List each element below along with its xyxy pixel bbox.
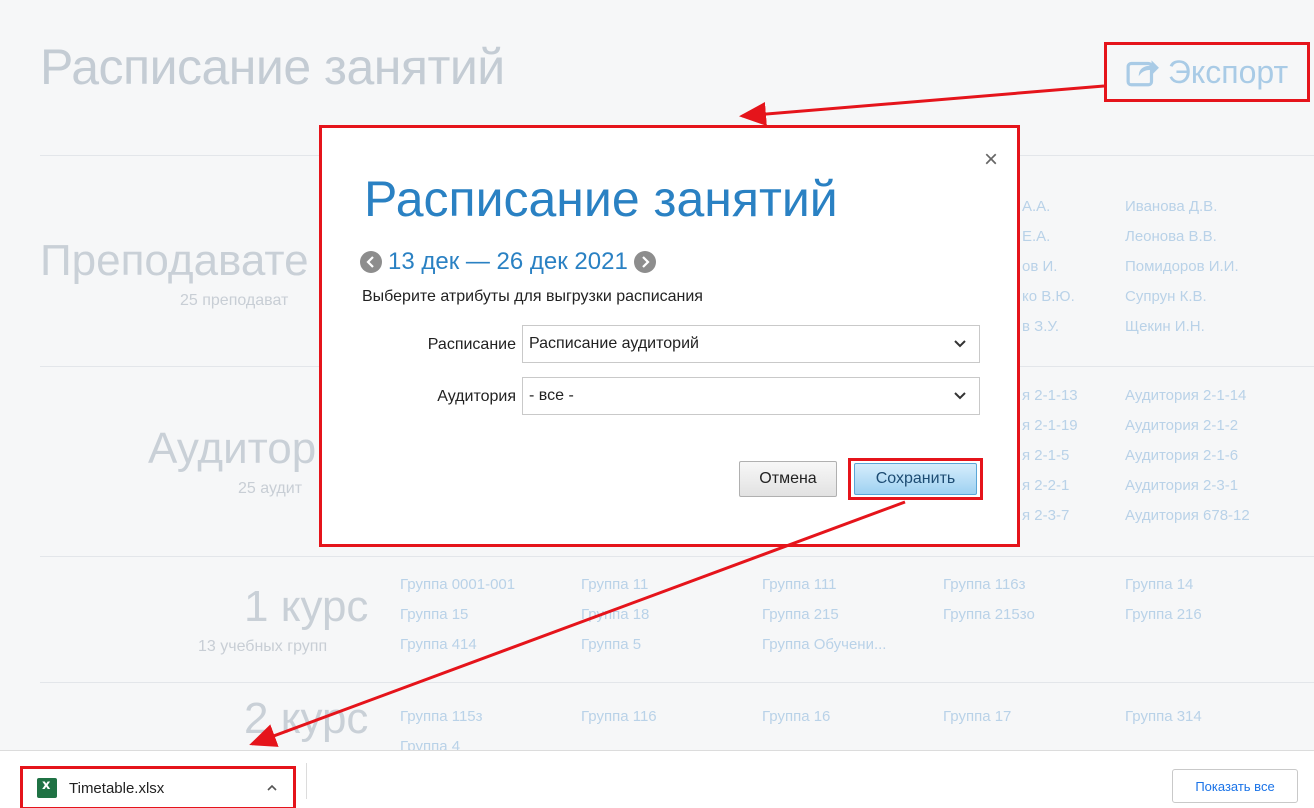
teachers-col-d: А.А. Е.А. ов И. ко В.Ю. в З.У. [1022, 192, 1075, 342]
course1-col-e: Группа 14 Группа 216 [1125, 570, 1202, 630]
list-item[interactable]: Аудитория 678-12 [1125, 501, 1250, 531]
list-item[interactable]: в З.У. [1022, 312, 1075, 342]
date-range-label: 13 дек — 26 дек 2021 [388, 248, 628, 275]
list-item[interactable]: я 2-1-13 [1022, 381, 1078, 411]
rooms-col-d: я 2-1-13 я 2-1-19 я 2-1-5 я 2-2-1 я 2-3-… [1022, 381, 1078, 531]
teachers-title: Преподавате [40, 236, 309, 285]
divider [40, 556, 1314, 557]
list-item[interactable]: Группа 17 [943, 702, 1011, 732]
course2-col-d: Группа 17 [943, 702, 1011, 732]
list-item[interactable]: Группа 116 [581, 702, 657, 732]
list-item[interactable]: Группа 4 [400, 732, 483, 750]
schedule-select[interactable]: Расписание аудиторий [522, 325, 980, 363]
list-item[interactable]: Группа 111 [762, 570, 886, 600]
list-item[interactable]: Аудитория 2-1-14 [1125, 381, 1250, 411]
save-button[interactable]: Сохранить [854, 463, 977, 495]
teachers-subtitle: 25 преподават [180, 292, 289, 309]
course2-col-b: Группа 116 [581, 702, 657, 732]
list-item[interactable]: Е.А. [1022, 222, 1075, 252]
list-item[interactable]: Леонова В.В. [1125, 222, 1239, 252]
export-dialog: × Расписание занятий 13 дек — 26 дек 202… [319, 125, 1020, 547]
rooms-subtitle: 25 аудит [238, 480, 303, 497]
course1-col-b: Группа 11 Группа 18 Группа 5 [581, 570, 649, 660]
room-select-value: - все - [529, 387, 574, 404]
list-item[interactable]: Группа 314 [1125, 702, 1202, 732]
list-item[interactable]: ко В.Ю. [1022, 282, 1075, 312]
chevron-down-icon [954, 392, 966, 400]
list-item[interactable]: Группа 215зо [943, 600, 1035, 630]
date-range-nav: 13 дек — 26 дек 2021 [360, 248, 656, 276]
list-item[interactable]: Группа Обучени... [762, 630, 886, 660]
share-icon [1126, 60, 1159, 87]
list-item[interactable]: Группа 0001-001 [400, 570, 515, 600]
page-title: Расписание занятий [40, 39, 505, 95]
list-item[interactable]: я 2-1-5 [1022, 441, 1078, 471]
schedule-select-value: Расписание аудиторий [529, 335, 699, 352]
chevron-up-icon[interactable] [265, 781, 279, 795]
list-item[interactable]: Группа 14 [1125, 570, 1202, 600]
course1-col-d: Группа 116з Группа 215зо [943, 570, 1035, 630]
course2-col-a: Группа 115з Группа 4 [400, 702, 483, 750]
list-item[interactable]: Помидоров И.И. [1125, 252, 1239, 282]
list-item[interactable]: я 2-3-7 [1022, 501, 1078, 531]
list-item[interactable]: ов И. [1022, 252, 1075, 282]
list-item[interactable]: Группа 414 [400, 630, 515, 660]
download-bar: Timetable.xlsx Показать все [0, 750, 1314, 808]
download-item[interactable]: Timetable.xlsx [20, 766, 296, 808]
teachers-col-e: Иванова Д.В. Леонова В.В. Помидоров И.И.… [1125, 192, 1239, 342]
list-item[interactable]: Щекин И.Н. [1125, 312, 1239, 342]
list-item[interactable]: Группа 15 [400, 600, 515, 630]
list-item[interactable]: Группа 215 [762, 600, 886, 630]
list-item[interactable]: Аудитория 2-1-6 [1125, 441, 1250, 471]
course2-title: 2 курс [244, 694, 369, 743]
course1-col-c: Группа 111 Группа 215 Группа Обучени... [762, 570, 886, 660]
list-item[interactable]: Группа 216 [1125, 600, 1202, 630]
list-item[interactable]: Группа 5 [581, 630, 649, 660]
dialog-title: Расписание занятий [364, 171, 838, 227]
rooms-col-e: Аудитория 2-1-14 Аудитория 2-1-2 Аудитор… [1125, 381, 1250, 531]
list-item[interactable]: я 2-2-1 [1022, 471, 1078, 501]
course1-col-a: Группа 0001-001 Группа 15 Группа 414 [400, 570, 515, 660]
course1-subtitle: 13 учебных групп [198, 638, 328, 655]
dialog-hint: Выберите атрибуты для выгрузки расписани… [362, 288, 703, 305]
schedule-label: Расписание [427, 336, 516, 353]
export-label: Экспорт [1167, 53, 1289, 90]
close-icon[interactable]: × [984, 146, 998, 174]
show-all-button[interactable]: Показать все [1172, 769, 1298, 803]
list-item[interactable]: Группа 16 [762, 702, 830, 732]
course1-title: 1 курс [244, 582, 369, 631]
divider [40, 682, 1314, 683]
list-item[interactable]: Группа 115з [400, 702, 483, 732]
list-item[interactable]: Группа 11 [581, 570, 649, 600]
list-item[interactable]: Группа 18 [581, 600, 649, 630]
list-item[interactable]: я 2-1-19 [1022, 411, 1078, 441]
divider [306, 763, 307, 799]
course2-col-c: Группа 16 [762, 702, 830, 732]
room-select[interactable]: - все - [522, 377, 980, 415]
list-item[interactable]: Аудитория 2-3-1 [1125, 471, 1250, 501]
teachers-heading: Преподавате [40, 236, 330, 286]
export-button[interactable]: Экспорт [1104, 42, 1310, 102]
list-item[interactable]: А.А. [1022, 192, 1075, 222]
download-file-name: Timetable.xlsx [69, 779, 165, 797]
save-button-highlight: Сохранить [848, 458, 983, 500]
list-item[interactable]: Группа 116з [943, 570, 1035, 600]
rooms-title: Аудитор [148, 424, 317, 473]
cancel-button[interactable]: Отмена [739, 461, 837, 497]
excel-file-icon [37, 778, 57, 798]
course2-col-e: Группа 314 [1125, 702, 1202, 732]
list-item[interactable]: Аудитория 2-1-2 [1125, 411, 1250, 441]
list-item[interactable]: Супрун К.В. [1125, 282, 1239, 312]
room-label: Аудитория [437, 388, 516, 405]
arrow-left-icon[interactable] [360, 251, 382, 273]
list-item[interactable]: Иванова Д.В. [1125, 192, 1239, 222]
chevron-down-icon [954, 340, 966, 348]
arrow-right-icon[interactable] [633, 251, 656, 273]
